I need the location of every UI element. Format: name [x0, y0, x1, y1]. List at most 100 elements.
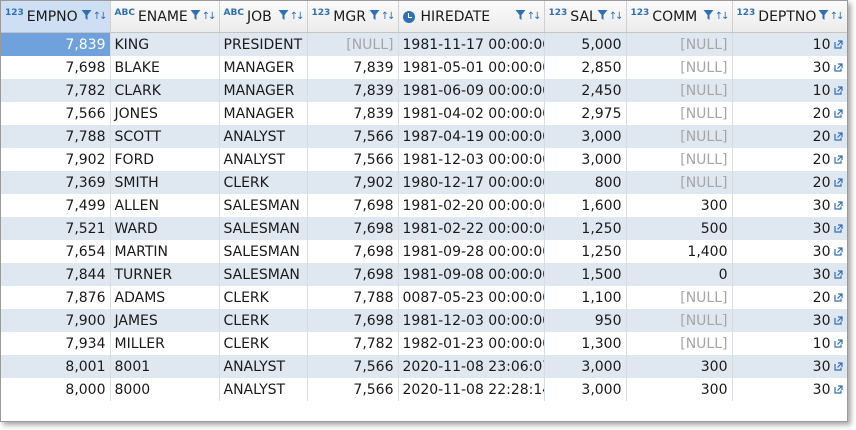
link-icon[interactable]: [831, 290, 843, 306]
cell-sal[interactable]: 2,975: [544, 102, 627, 125]
cell-comm[interactable]: [NULL]: [626, 56, 733, 79]
cell-deptno[interactable]: 20: [732, 171, 847, 194]
cell-deptno[interactable]: 30: [732, 355, 847, 378]
cell-sal[interactable]: 1,600: [544, 194, 627, 217]
cell-comm[interactable]: [NULL]: [626, 309, 733, 332]
filter-icon[interactable]: [818, 9, 829, 25]
cell-deptno[interactable]: 30: [732, 378, 847, 401]
column-header-hiredate[interactable]: HIREDATE ↑↓: [398, 1, 545, 33]
link-icon[interactable]: [831, 175, 843, 191]
filter-icon[interactable]: [81, 9, 92, 25]
cell-hiredate[interactable]: 1987-04-19 00:00:00: [398, 125, 545, 148]
link-icon[interactable]: [831, 359, 843, 375]
column-header-deptno[interactable]: 123 DEPTNO ↑↓: [732, 1, 847, 33]
cell-empno[interactable]: 8,001: [1, 355, 111, 378]
cell-ename[interactable]: MARTIN: [110, 240, 220, 263]
cell-sal[interactable]: 5,000: [544, 32, 627, 56]
column-header-ename[interactable]: ABC ENAME ↑↓: [110, 1, 220, 33]
cell-hiredate[interactable]: 1981-11-17 00:00:00: [398, 32, 545, 56]
table-row[interactable]: 7,566 JONES MANAGER 7,839 1981-04-02 00:00:0…: [1, 102, 847, 125]
cell-comm[interactable]: 0: [626, 263, 733, 286]
cell-empno[interactable]: 8,000: [1, 378, 111, 401]
cell-ename[interactable]: ADAMS: [110, 286, 220, 309]
cell-comm[interactable]: [NULL]: [626, 79, 733, 102]
link-icon[interactable]: [831, 221, 843, 237]
table-row[interactable]: 7,902 FORD ANALYST 7,566 1981-12-03 00:00:00…: [1, 148, 847, 171]
cell-mgr[interactable]: 7,566: [307, 125, 399, 148]
cell-sal[interactable]: 1,100: [544, 286, 627, 309]
cell-job[interactable]: ANALYST: [219, 355, 308, 378]
table-row[interactable]: 7,521 WARD SALESMAN 7,698 1981-02-22 00:00:0…: [1, 217, 847, 240]
cell-job[interactable]: SALESMAN: [219, 263, 308, 286]
cell-comm[interactable]: 500: [626, 217, 733, 240]
cell-sal[interactable]: 2,450: [544, 79, 627, 102]
cell-deptno[interactable]: 20: [732, 102, 847, 125]
cell-mgr[interactable]: 7,839: [307, 79, 399, 102]
cell-hiredate[interactable]: 0087-05-23 00:00:00: [398, 286, 545, 309]
table-row[interactable]: 8,001 8001 ANALYST 7,566 2020-11-08 23:06:07…: [1, 355, 847, 378]
cell-ename[interactable]: MILLER: [110, 332, 220, 355]
cell-hiredate[interactable]: 1981-12-03 00:00:00: [398, 309, 545, 332]
cell-hiredate[interactable]: 2020-11-08 23:06:07: [398, 355, 545, 378]
table-row[interactable]: 7,698 BLAKE MANAGER 7,839 1981-05-01 00:00:0…: [1, 56, 847, 79]
table-row[interactable]: 7,782 CLARK MANAGER 7,839 1981-06-09 00:00:0…: [1, 79, 847, 102]
cell-deptno[interactable]: 30: [732, 263, 847, 286]
cell-mgr[interactable]: 7,698: [307, 194, 399, 217]
cell-mgr[interactable]: 7,566: [307, 378, 399, 401]
filter-icon[interactable]: [278, 9, 289, 25]
sort-icon[interactable]: ↑↓: [527, 12, 542, 22]
cell-ename[interactable]: TURNER: [110, 263, 220, 286]
cell-job[interactable]: SALESMAN: [219, 240, 308, 263]
cell-hiredate[interactable]: 1981-05-01 00:00:00: [398, 56, 545, 79]
cell-mgr[interactable]: 7,566: [307, 355, 399, 378]
cell-comm[interactable]: 300: [626, 194, 733, 217]
table-row[interactable]: 7,934 MILLER CLERK 7,782 1982-01-23 00:00:00…: [1, 332, 847, 355]
sort-icon[interactable]: ↑↓: [609, 12, 624, 22]
sort-icon[interactable]: ↑↓: [830, 12, 845, 22]
cell-sal[interactable]: 3,000: [544, 378, 627, 401]
cell-mgr[interactable]: 7,698: [307, 240, 399, 263]
cell-sal[interactable]: 1,250: [544, 240, 627, 263]
cell-deptno[interactable]: 10: [732, 79, 847, 102]
cell-ename[interactable]: JAMES: [110, 309, 220, 332]
cell-ename[interactable]: CLARK: [110, 79, 220, 102]
cell-sal[interactable]: 3,000: [544, 125, 627, 148]
cell-ename[interactable]: 8000: [110, 378, 220, 401]
cell-sal[interactable]: 3,000: [544, 355, 627, 378]
cell-hiredate[interactable]: 1982-01-23 00:00:00: [398, 332, 545, 355]
cell-comm[interactable]: 1,400: [626, 240, 733, 263]
cell-deptno[interactable]: 20: [732, 286, 847, 309]
cell-mgr[interactable]: 7,698: [307, 263, 399, 286]
cell-job[interactable]: SALESMAN: [219, 194, 308, 217]
cell-job[interactable]: CLERK: [219, 286, 308, 309]
cell-ename[interactable]: BLAKE: [110, 56, 220, 79]
cell-sal[interactable]: 950: [544, 309, 627, 332]
cell-ename[interactable]: ALLEN: [110, 194, 220, 217]
cell-sal[interactable]: 3,000: [544, 148, 627, 171]
cell-job[interactable]: MANAGER: [219, 79, 308, 102]
cell-empno[interactable]: 7,844: [1, 263, 111, 286]
cell-empno[interactable]: 7,902: [1, 148, 111, 171]
cell-mgr[interactable]: 7,698: [307, 217, 399, 240]
cell-comm[interactable]: [NULL]: [626, 125, 733, 148]
cell-comm[interactable]: [NULL]: [626, 102, 733, 125]
cell-sal[interactable]: 1,300: [544, 332, 627, 355]
cell-comm[interactable]: 300: [626, 378, 733, 401]
cell-deptno[interactable]: 20: [732, 148, 847, 171]
cell-job[interactable]: ANALYST: [219, 125, 308, 148]
table-row[interactable]: 7,900 JAMES CLERK 7,698 1981-12-03 00:00:00 9…: [1, 309, 847, 332]
link-icon[interactable]: [831, 152, 843, 168]
filter-icon[interactable]: [515, 9, 526, 25]
cell-empno[interactable]: 7,788: [1, 125, 111, 148]
cell-empno[interactable]: 7,654: [1, 240, 111, 263]
cell-deptno[interactable]: 20: [732, 125, 847, 148]
filter-icon[interactable]: [369, 9, 380, 25]
cell-sal[interactable]: 800: [544, 171, 627, 194]
sort-icon[interactable]: ↑↓: [715, 12, 730, 22]
cell-ename[interactable]: KING: [110, 32, 220, 56]
cell-hiredate[interactable]: 1981-12-03 00:00:00: [398, 148, 545, 171]
column-header-comm[interactable]: 123 COMM ↑↓: [626, 1, 733, 33]
cell-ename[interactable]: SMITH: [110, 171, 220, 194]
cell-job[interactable]: CLERK: [219, 332, 308, 355]
cell-empno[interactable]: 7,782: [1, 79, 111, 102]
